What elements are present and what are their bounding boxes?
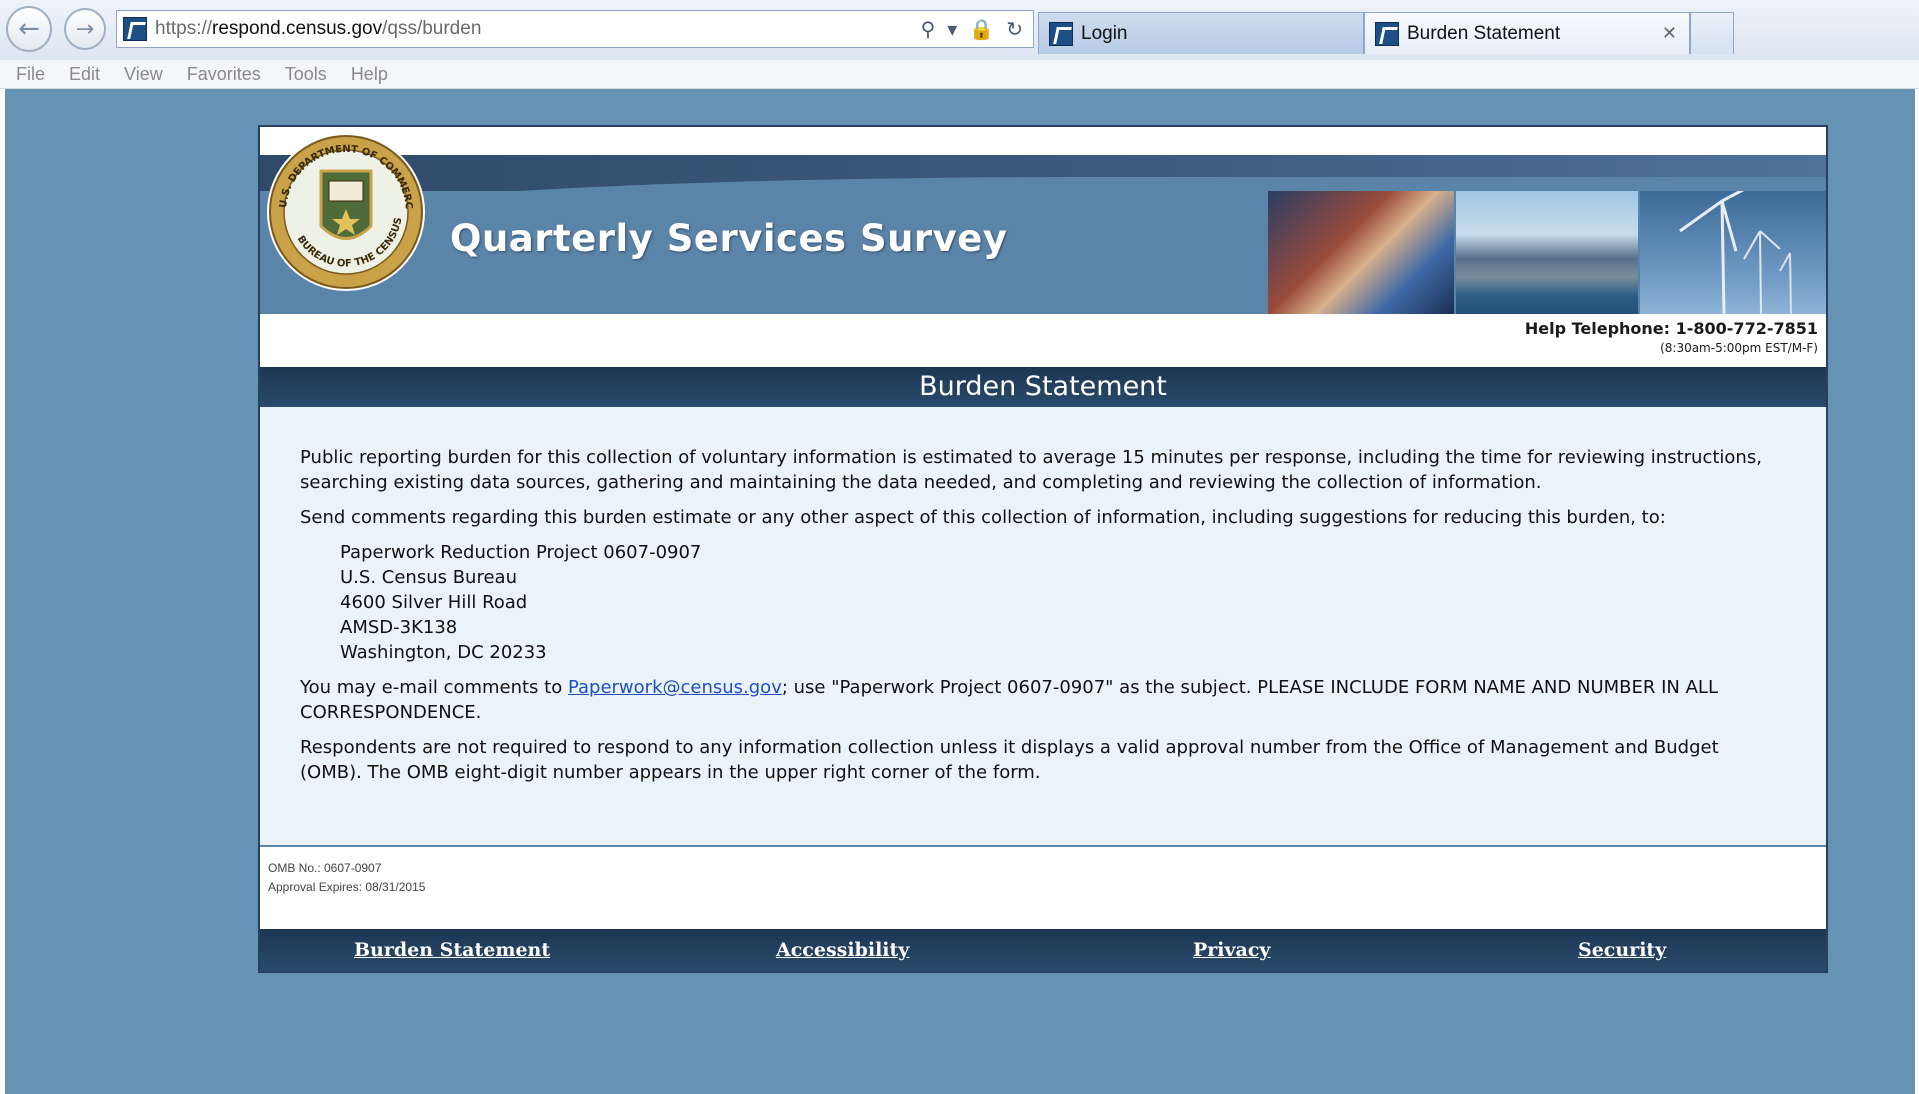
new-tab-button[interactable]	[1690, 12, 1734, 54]
omb-number: OMB No.: 0607-0907	[268, 861, 382, 875]
lock-icon[interactable]: 🔒	[969, 17, 994, 41]
survey-title: Quarterly Services Survey	[450, 217, 1008, 260]
menu-file[interactable]: File	[16, 64, 45, 85]
windmill-graphic	[1679, 179, 1792, 314]
menu-help[interactable]: Help	[351, 64, 388, 85]
search-icon[interactable]: ⚲	[921, 17, 936, 41]
tab-login[interactable]: Login	[1038, 12, 1364, 54]
address-line: Paperwork Reduction Project 0607-0907	[340, 542, 702, 563]
census-favicon-icon	[123, 17, 147, 41]
census-seal-logo: U.S. DEPARTMENT OF COMMERCE BUREAU OF TH…	[261, 131, 425, 291]
menu-tools[interactable]: Tools	[285, 64, 327, 85]
address-line: Washington, DC 20233	[340, 642, 547, 663]
forward-button[interactable]: →	[64, 8, 106, 50]
address-line: U.S. Census Bureau	[340, 567, 517, 588]
help-contact: Help Telephone: 1-800-772-7851 (8:30am-5…	[1525, 319, 1818, 355]
footer-link-security[interactable]: Security	[1578, 939, 1666, 961]
survey-page: Quarterly Services Survey U.S. DEPARTMEN…	[258, 125, 1828, 973]
address-line: AMSD-3K138	[340, 617, 458, 638]
email-paragraph: You may e-mail comments to Paperwork@cen…	[300, 677, 1718, 723]
footer-link-privacy[interactable]: Privacy	[1193, 939, 1270, 961]
url-text[interactable]: https://respond.census.gov/qss/burden	[155, 18, 481, 40]
address-line: 4600 Silver Hill Road	[340, 592, 528, 613]
address-bar[interactable]: https://respond.census.gov/qss/burden ⚲ …	[116, 10, 1034, 48]
help-telephone: Help Telephone: 1-800-772-7851	[1524, 319, 1818, 338]
banner-photo-windmills	[1640, 179, 1826, 314]
address-bar-icons: ⚲ ▾ 🔒 ↻	[921, 17, 1033, 41]
page-viewport: Quarterly Services Survey U.S. DEPARTMEN…	[5, 89, 1915, 1094]
omb-info: OMB No.: 0607-0907 Approval Expires: 08/…	[268, 859, 425, 897]
email-link[interactable]: Paperwork@census.gov	[568, 677, 782, 698]
tab-label: Login	[1081, 22, 1128, 44]
comments-paragraph: Send comments regarding this burden esti…	[300, 507, 1666, 528]
back-button[interactable]: ←	[6, 6, 52, 52]
omb-expiration: Approval Expires: 08/31/2015	[268, 880, 426, 894]
census-favicon-icon	[1049, 21, 1073, 46]
close-icon[interactable]: ✕	[1662, 23, 1677, 44]
page-title: Burden Statement	[260, 367, 1826, 407]
header-banner: Quarterly Services Survey	[260, 155, 1826, 314]
menu-favorites[interactable]: Favorites	[187, 64, 261, 85]
tab-label: Burden Statement	[1407, 22, 1561, 44]
banner-photo-city	[1456, 191, 1638, 314]
dropdown-icon[interactable]: ▾	[947, 17, 957, 41]
tab-burden-statement[interactable]: Burden Statement ✕	[1364, 12, 1690, 54]
burden-statement-content: Public reporting burden for this collect…	[260, 407, 1826, 847]
burden-paragraph: Public reporting burden for this collect…	[300, 447, 1762, 493]
menu-bar: File Edit View Favorites Tools Help	[0, 60, 1919, 89]
refresh-icon[interactable]: ↻	[1006, 17, 1023, 41]
menu-view[interactable]: View	[124, 64, 163, 85]
browser-toolbar: ← → https://respond.census.gov/qss/burde…	[0, 0, 1919, 61]
arrow-left-icon: ←	[18, 14, 40, 44]
menu-edit[interactable]: Edit	[69, 64, 100, 85]
arrow-right-icon: →	[75, 16, 95, 42]
footer-link-burden-statement[interactable]: Burden Statement	[354, 939, 550, 961]
banner-photo-workers	[1268, 191, 1454, 314]
omb-paragraph: Respondents are not required to respond …	[300, 737, 1719, 783]
footer-link-accessibility[interactable]: Accessibility	[776, 939, 909, 961]
help-hours: (8:30am-5:00pm EST/M-F)	[1660, 341, 1818, 355]
mailing-address: Paperwork Reduction Project 0607-0907 U.…	[340, 540, 1786, 665]
census-favicon-icon	[1375, 21, 1399, 46]
footer-nav: Burden Statement Accessibility Privacy S…	[260, 929, 1826, 971]
